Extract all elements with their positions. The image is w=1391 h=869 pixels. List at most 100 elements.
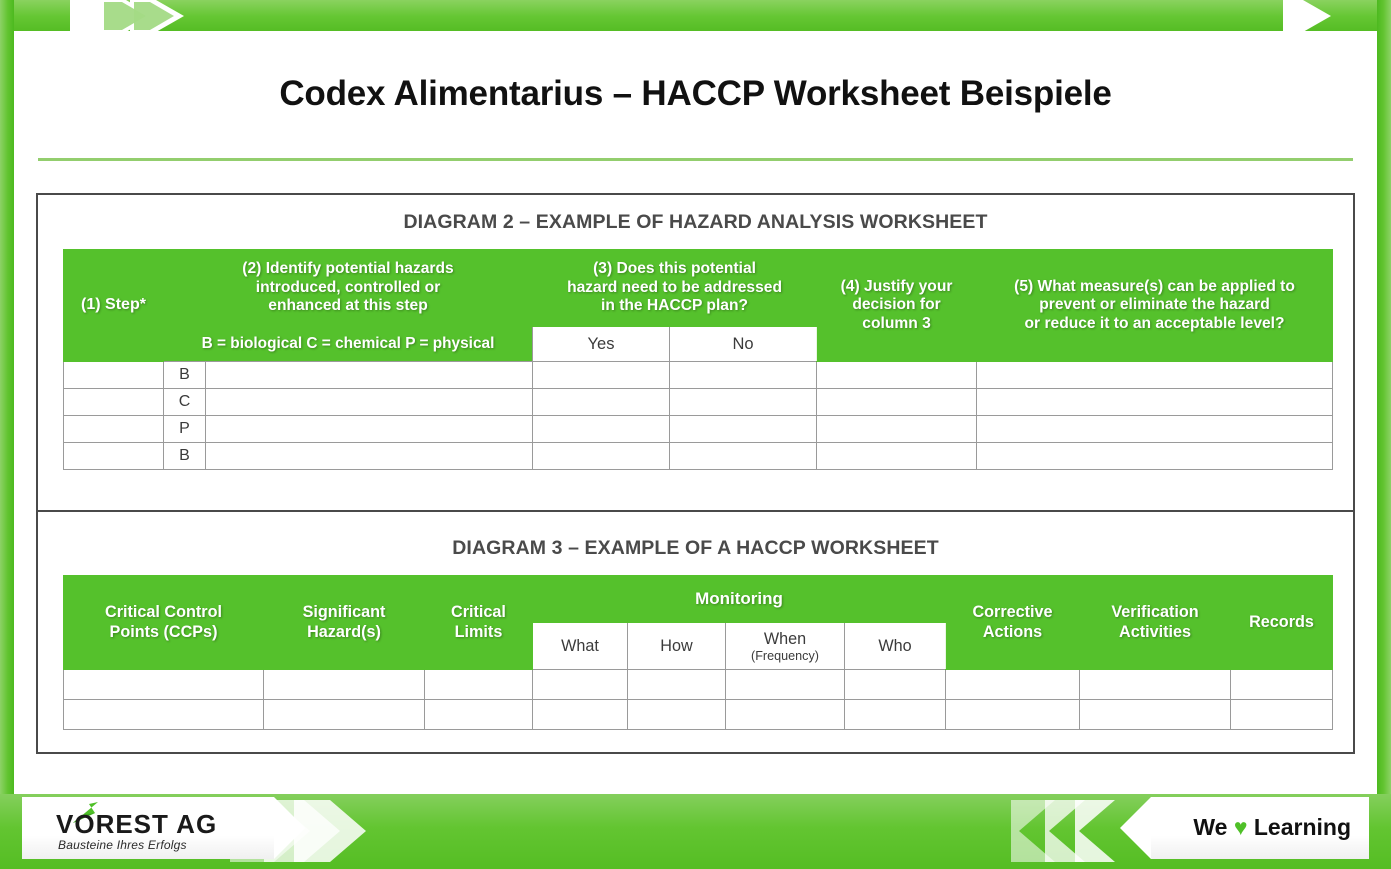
cell-no[interactable]	[669, 415, 818, 443]
diagram3-body	[63, 669, 1333, 730]
cell-yes[interactable]	[532, 415, 671, 443]
content-panel: DIAGRAM 2 – EXAMPLE OF HAZARD ANALYSIS W…	[36, 193, 1355, 754]
cell-verification-activities[interactable]	[1079, 699, 1231, 730]
vorest-logo: VOREST AG Bausteine Ihres Erfolgs	[22, 797, 352, 859]
table-row[interactable]: P	[63, 415, 1334, 443]
cell-measures[interactable]	[976, 388, 1334, 416]
vorest-tagline: Bausteine Ihres Erfolgs	[58, 838, 187, 852]
header-ccp: Critical Control Points (CCPs)	[63, 575, 264, 670]
cell-measures[interactable]	[976, 415, 1334, 443]
diagram3-table-wrapper: Critical Control Points (CCPs) Significa…	[63, 575, 1333, 730]
cell-significant-hazard[interactable]	[263, 669, 425, 700]
frame-left	[0, 0, 14, 869]
header-monitoring-who: Who	[844, 622, 946, 670]
table-row[interactable]: B	[63, 361, 1334, 389]
header-yes: Yes	[532, 326, 671, 362]
table-row[interactable]: B	[63, 442, 1334, 470]
header-corrective-actions: Corrective Actions	[945, 575, 1080, 670]
cell-step[interactable]	[63, 442, 164, 470]
slogan-post: Learning	[1253, 814, 1351, 840]
cell-justification[interactable]	[816, 442, 978, 470]
cell-step[interactable]	[63, 415, 164, 443]
cell-hazards[interactable]	[204, 361, 534, 389]
cell-hazards[interactable]	[204, 388, 534, 416]
cell-critical-limits[interactable]	[424, 699, 533, 730]
cell-monitoring-what[interactable]	[532, 669, 628, 700]
cell-monitoring-who[interactable]	[844, 699, 946, 730]
header-no: No	[669, 326, 818, 362]
cell-step[interactable]	[63, 361, 164, 389]
table-header-row: Critical Control Points (CCPs) Significa…	[63, 575, 1333, 670]
cell-step[interactable]	[63, 388, 164, 416]
header-step: (1) Step*	[63, 249, 164, 362]
cell-verification-activities[interactable]	[1079, 669, 1231, 700]
header-address-in-plan: (3) Does this potential hazard need to b…	[532, 249, 818, 327]
header-monitoring-when: When (Frequency)	[725, 622, 845, 670]
diagram2-title: DIAGRAM 2 – EXAMPLE OF HAZARD ANALYSIS W…	[403, 211, 988, 233]
cell-corrective-actions[interactable]	[945, 699, 1080, 730]
header-monitoring-how: How	[627, 622, 726, 670]
cell-measures[interactable]	[976, 361, 1334, 389]
cell-justification[interactable]	[816, 415, 978, 443]
cell-no[interactable]	[669, 361, 818, 389]
heart-icon: ♥	[1233, 814, 1248, 840]
cell-records[interactable]	[1230, 669, 1333, 700]
cell-hazards[interactable]	[204, 442, 534, 470]
header-significant-hazards: Significant Hazard(s)	[263, 575, 425, 670]
frame-right	[1377, 0, 1391, 869]
haccp-worksheet-table: Critical Control Points (CCPs) Significa…	[63, 575, 1333, 730]
header-monitoring-what: What	[532, 622, 628, 670]
slogan: We ♥ Learning	[1193, 814, 1351, 841]
cell-hazard-type: B	[163, 442, 206, 470]
header-monitoring: Monitoring	[532, 575, 946, 623]
cell-justification[interactable]	[816, 361, 978, 389]
cell-no[interactable]	[669, 442, 818, 470]
top-banner	[0, 0, 1391, 42]
table-row[interactable]	[63, 699, 1333, 730]
hazard-analysis-worksheet-table: (1) Step* (2) Identify potential hazards…	[63, 249, 1334, 470]
header-justify-decision: (4) Justify your decision for column 3	[816, 249, 978, 362]
page-title: Codex Alimentarius – HACCP Worksheet Bei…	[279, 74, 1112, 113]
cell-hazard-type: C	[163, 388, 206, 416]
cell-hazards[interactable]	[204, 415, 534, 443]
cell-significant-hazard[interactable]	[263, 699, 425, 730]
title-divider	[38, 158, 1353, 161]
cell-corrective-actions[interactable]	[945, 669, 1080, 700]
cell-hazard-type: B	[163, 361, 206, 389]
cell-ccp[interactable]	[63, 699, 264, 730]
diagram2-body: B C P B	[63, 361, 1334, 470]
slogan-pre: We	[1193, 814, 1228, 840]
cell-no[interactable]	[669, 388, 818, 416]
vorest-company-name: VOREST AG	[56, 809, 218, 839]
we-love-learning-logo: We ♥ Learning	[1039, 797, 1369, 859]
panel-divider	[38, 510, 1353, 512]
cell-critical-limits[interactable]	[424, 669, 533, 700]
cell-monitoring-how[interactable]	[627, 669, 726, 700]
top-banner-inset	[14, 31, 1377, 42]
cell-monitoring-how[interactable]	[627, 699, 726, 730]
cell-justification[interactable]	[816, 388, 978, 416]
header-critical-limits: Critical Limits	[424, 575, 533, 670]
table-row[interactable]: C	[63, 388, 1334, 416]
cell-records[interactable]	[1230, 699, 1333, 730]
cell-yes[interactable]	[532, 361, 671, 389]
header-control-measures: (5) What measure(s) can be applied to pr…	[976, 249, 1334, 362]
table-header-row: (1) Step* (2) Identify potential hazards…	[63, 249, 1334, 362]
header-identify-hazards: (2) Identify potential hazards introduce…	[162, 249, 534, 327]
cell-measures[interactable]	[976, 442, 1334, 470]
cell-monitoring-when[interactable]	[725, 699, 845, 730]
header-records: Records	[1230, 575, 1333, 670]
cell-hazard-type: P	[163, 415, 206, 443]
diagram3-title: DIAGRAM 3 – EXAMPLE OF A HACCP WORKSHEET	[452, 537, 939, 559]
diagram2-table-wrapper: (1) Step* (2) Identify potential hazards…	[63, 249, 1334, 470]
cell-yes[interactable]	[532, 442, 671, 470]
cell-monitoring-when[interactable]	[725, 669, 845, 700]
cell-yes[interactable]	[532, 388, 671, 416]
slide: Codex Alimentarius – HACCP Worksheet Bei…	[0, 0, 1391, 869]
table-row[interactable]	[63, 669, 1333, 700]
cell-ccp[interactable]	[63, 669, 264, 700]
header-verification-activities: Verification Activities	[1079, 575, 1231, 670]
cell-monitoring-who[interactable]	[844, 669, 946, 700]
header-hazard-legend: B = biological C = chemical P = physical	[162, 326, 534, 362]
cell-monitoring-what[interactable]	[532, 699, 628, 730]
